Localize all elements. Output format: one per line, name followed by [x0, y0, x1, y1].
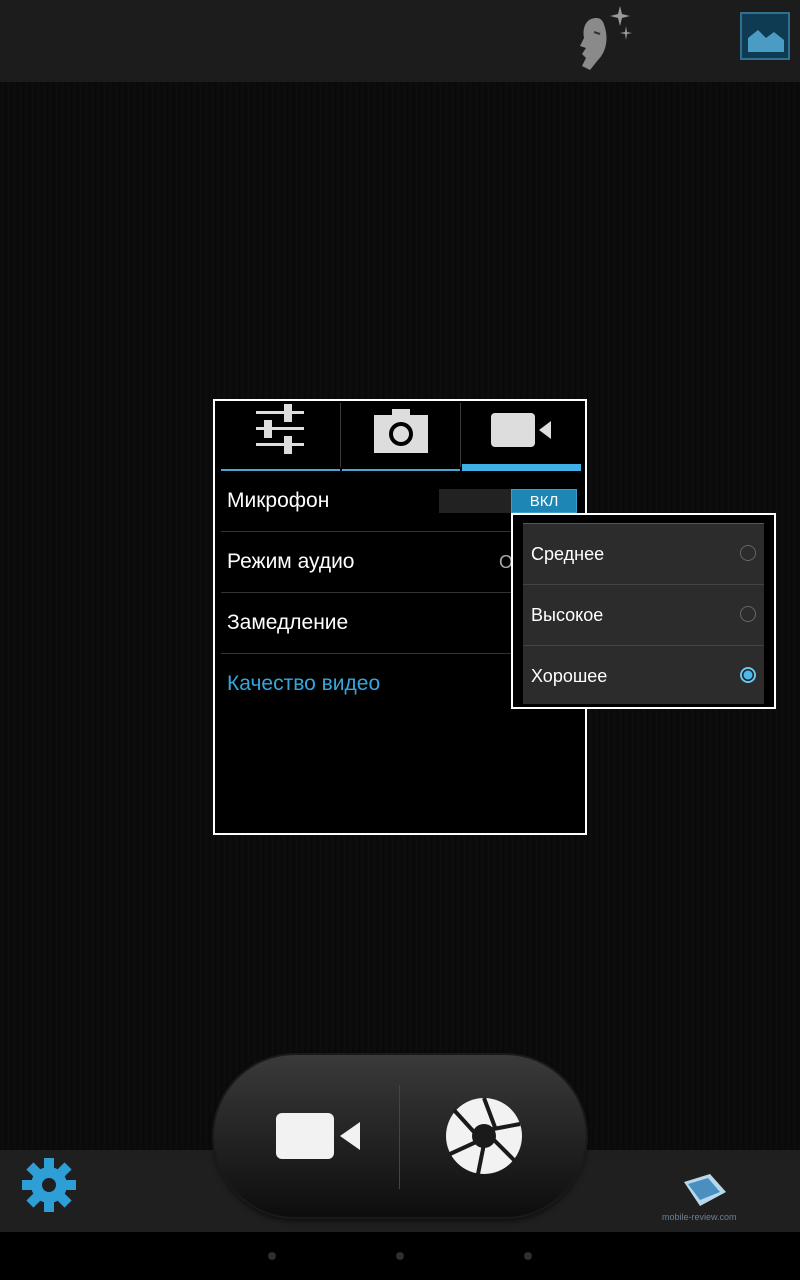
- gallery-button[interactable]: [740, 12, 790, 60]
- quality-option-label: Среднее: [531, 544, 605, 564]
- record-video-button[interactable]: [244, 1075, 394, 1197]
- home-button[interactable]: [396, 1252, 404, 1260]
- face-sparkle-icon[interactable]: [574, 4, 638, 70]
- camera-icon: [374, 409, 428, 453]
- gear-icon[interactable]: [20, 1156, 78, 1219]
- quality-option-label: Высокое: [531, 605, 604, 625]
- tab-video-settings[interactable]: [461, 403, 582, 471]
- capture-controls: [214, 1055, 586, 1217]
- back-button[interactable]: [268, 1252, 276, 1260]
- settings-tabs: [220, 403, 582, 471]
- watermark-logo: mobile-review.com: [662, 1172, 742, 1222]
- video-quality-popup: Среднее Высокое Хорошее: [511, 513, 776, 709]
- radio-button[interactable]: [740, 545, 756, 561]
- quality-option-label: Хорошее: [531, 666, 608, 686]
- aperture-icon: [446, 1097, 522, 1175]
- slow-motion-label: Замедление: [227, 611, 349, 634]
- quality-option-medium[interactable]: Среднее: [523, 524, 764, 585]
- tab-photo-settings[interactable]: [341, 403, 462, 471]
- toggle-on-label: ВКЛ: [511, 489, 577, 513]
- recents-button[interactable]: [524, 1252, 532, 1260]
- top-bar: [0, 0, 800, 82]
- logo-icon: [684, 1174, 726, 1206]
- video-camera-icon: [490, 413, 551, 447]
- quality-option-good[interactable]: Хорошее: [523, 646, 764, 706]
- video-quality-label: Качество видео: [227, 672, 381, 695]
- video-camera-icon: [276, 1113, 360, 1159]
- radio-button-checked[interactable]: [740, 667, 756, 683]
- sliders-icon: [256, 404, 305, 454]
- audio-mode-label: Режим аудио: [227, 550, 355, 573]
- system-nav-bar: [0, 1232, 800, 1280]
- radio-button[interactable]: [740, 606, 756, 622]
- shutter-button[interactable]: [409, 1075, 559, 1197]
- image-thumbnail-icon: [748, 30, 784, 52]
- watermark-text: mobile-review.com: [662, 1212, 737, 1222]
- tab-general-settings[interactable]: [220, 403, 341, 471]
- microphone-toggle[interactable]: ВКЛ: [439, 489, 577, 513]
- quality-option-high[interactable]: Высокое: [523, 585, 764, 646]
- microphone-label: Микрофон: [227, 489, 330, 512]
